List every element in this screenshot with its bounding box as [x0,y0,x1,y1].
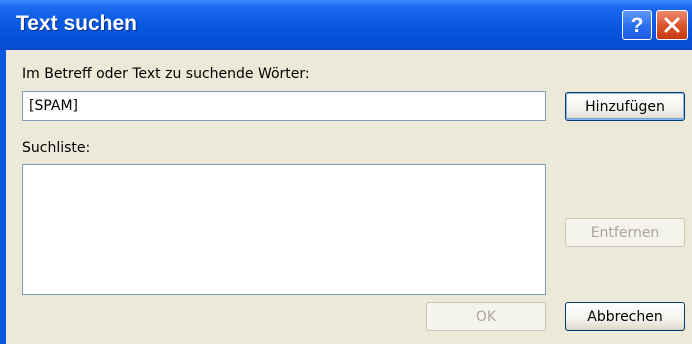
search-words-label: Im Betreff oder Text zu suchende Wörter: [22,66,310,82]
add-button[interactable]: Hinzufügen [565,92,685,121]
title-bar[interactable]: Text suchen ? [0,0,692,50]
add-button-label: Hinzufügen [585,98,665,115]
ok-button-label: OK [475,308,497,325]
cancel-button[interactable]: Abbrechen [565,302,685,331]
help-icon: ? [630,13,644,37]
remove-button-label: Entfernen [590,224,660,241]
window-title: Text suchen [16,12,137,35]
search-list[interactable] [22,164,546,295]
search-list-label: Suchliste: [22,140,91,156]
ok-button[interactable]: OK [426,302,546,331]
dialog-body: Im Betreff oder Text zu suchende Wörter:… [6,50,692,344]
close-button[interactable] [656,10,688,40]
cancel-button-label: Abbrechen [587,308,663,325]
search-words-input[interactable] [22,91,546,121]
dialog-window: Text suchen ? Im Betreff oder Text zu su… [0,0,692,344]
remove-button[interactable]: Entfernen [565,218,685,247]
help-button[interactable]: ? [622,10,652,40]
close-icon [664,17,680,33]
